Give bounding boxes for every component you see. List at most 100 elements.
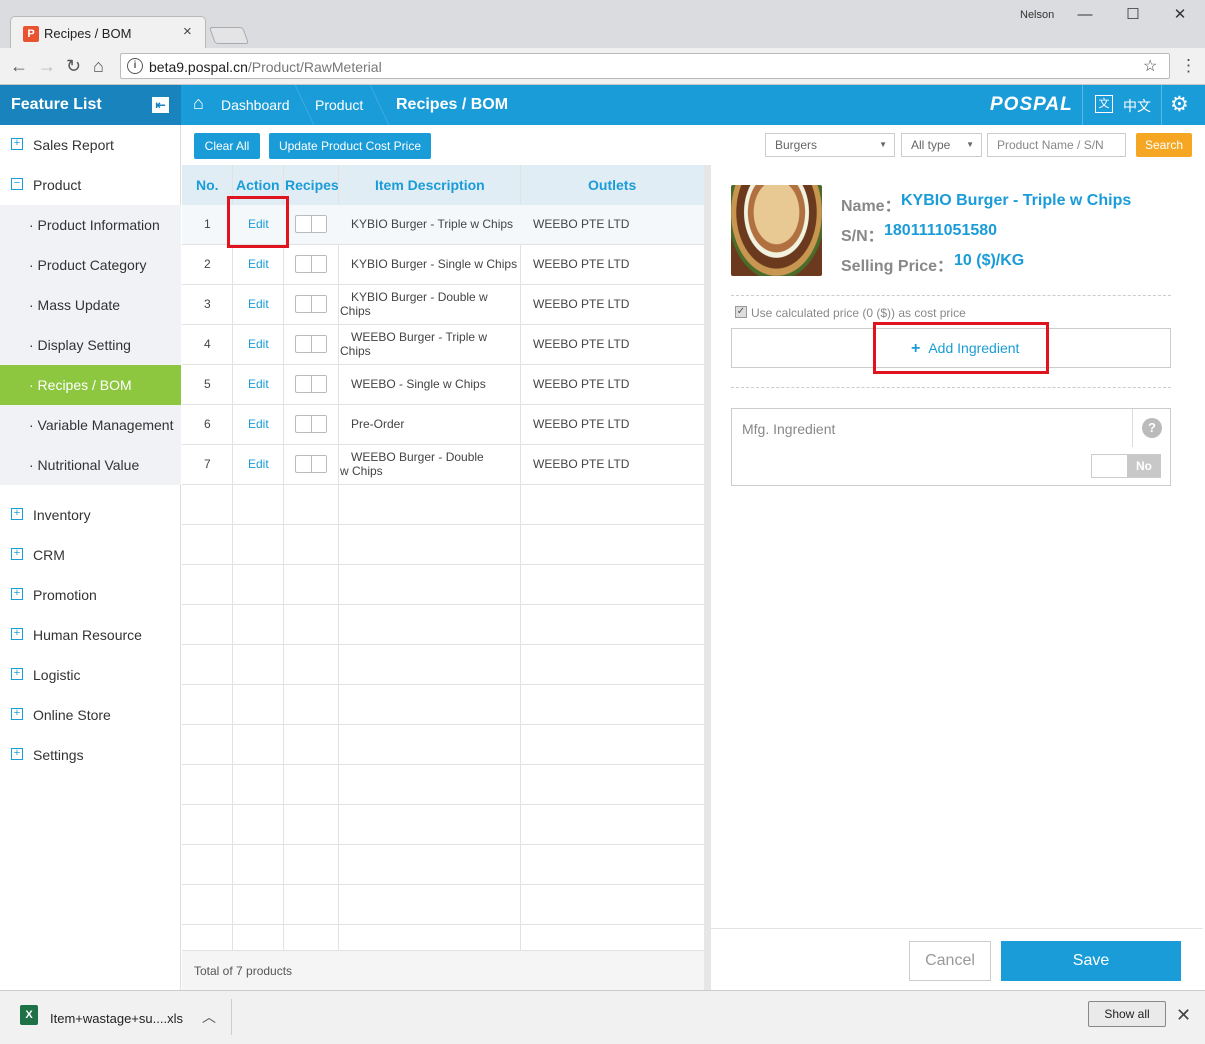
table-row[interactable]: 7 Edit WEEBO Burger - Double w Chips WEE… [182,445,704,485]
sidebar-item-label: CRM [33,547,65,563]
sidebar-item-settings[interactable]: + Settings [0,735,181,775]
update-cost-price-button[interactable]: Update Product Cost Price [269,133,431,159]
recipe-book-icon[interactable] [295,295,327,313]
home-icon[interactable]: ⌂ [93,56,104,77]
sidebar-sub-recipes-bom[interactable]: · Recipes / BOM [0,365,181,405]
recipe-book-icon[interactable] [295,215,327,233]
table-row[interactable]: 5 Edit WEEBO - Single w Chips WEEBO PTE … [182,365,704,405]
table-row[interactable]: 3 Edit KYBIO Burger - Double w Chips WEE… [182,285,704,325]
language-switcher[interactable]: 文 中文 [1082,85,1162,125]
expand-plus-icon: + [11,708,23,720]
forward-icon[interactable]: → [38,56,56,77]
cancel-button[interactable]: Cancel [909,941,991,981]
edit-link[interactable]: Edit [248,257,269,271]
col-action: Action [236,177,280,193]
sidebar-item-promotion[interactable]: + Promotion [0,575,181,615]
clear-all-button[interactable]: Clear All [194,133,260,159]
product-search-input[interactable]: Product Name / S/N [987,133,1126,157]
col-outlets: Outlets [588,177,637,193]
row-description: KYBIO Burger - Triple w Chips [351,217,514,231]
show-all-button[interactable]: Show all [1088,1001,1166,1027]
sidebar-item-crm[interactable]: + CRM [0,535,181,575]
gear-icon[interactable]: ⚙ [1170,92,1189,117]
expand-plus-icon: + [11,508,23,520]
browser-tab[interactable]: P Recipes / BOM × [10,16,206,48]
sidebar-item-human-resource[interactable]: + Human Resource [0,615,181,655]
row-outlet: WEEBO PTE LTD [533,457,630,471]
download-filename[interactable]: Item+wastage+su....xls [50,1011,183,1026]
expand-plus-icon: + [11,628,23,640]
edit-link[interactable]: Edit [248,297,269,311]
category-select[interactable]: Burgers ▼ [765,133,895,157]
table-row[interactable]: 6 Edit Pre-Order WEEBO PTE LTD [182,405,704,445]
panel-splitter[interactable] [704,165,711,990]
save-button[interactable]: Save [1001,941,1181,981]
sidebar-item-product[interactable]: − Product [0,165,181,205]
table-row[interactable]: 2 Edit KYBIO Burger - Single w Chips WEE… [182,245,704,285]
product-detail-panel: Name： KYBIO Burger - Triple w Chips S/N：… [711,165,1203,990]
help-icon[interactable]: ? [1142,418,1162,438]
edit-link[interactable]: Edit [248,417,269,431]
divider [731,295,1171,296]
recipe-book-icon[interactable] [295,415,327,433]
sn-label: S/N： [841,228,884,245]
recipes-table: No. Action Recipes Item Description Outl… [182,165,704,990]
expand-plus-icon: + [11,138,23,150]
col-item-description: Item Description [375,177,485,193]
chevron-up-icon[interactable]: ︿ [202,1007,216,1027]
sidebar-sub-product-information[interactable]: · Product Information [0,205,181,245]
sidebar-sub-product-category[interactable]: · Product Category [0,245,181,285]
type-select[interactable]: All type ▼ [901,133,982,157]
breadcrumb-current: Recipes / BOM [396,96,509,113]
sidebar-item-sales-report[interactable]: + Sales Report [0,125,181,165]
row-description: KYBIO Burger - Double w Chips [340,290,488,318]
sidebar-item-label: Logistic [33,667,81,683]
caret-down-icon: ▼ [879,140,887,149]
recipe-book-icon[interactable] [295,335,327,353]
sidebar-item-logistic[interactable]: + Logistic [0,655,181,695]
info-icon[interactable]: i [127,58,143,74]
collapse-sidebar-icon[interactable]: ⇤ [152,97,169,113]
close-tab-icon[interactable]: × [183,23,192,40]
breadcrumb-product[interactable]: Product [315,97,363,113]
row-divider [182,564,704,565]
url-path: /Product/RawMeterial [247,59,382,75]
edit-link[interactable]: Edit [248,457,269,471]
sidebar-sub-label: · Product Information [29,217,160,233]
sidebar-item-online-store[interactable]: + Online Store [0,695,181,735]
use-calculated-price-checkbox[interactable]: ✓ [735,306,747,318]
row-divider [182,924,704,925]
home-icon[interactable]: ⌂ [193,93,204,114]
bookmark-star-icon[interactable]: ☆ [1143,56,1157,76]
recipe-book-icon[interactable] [295,255,327,273]
new-tab-button[interactable] [208,27,250,44]
breadcrumb-dashboard[interactable]: Dashboard [221,97,290,113]
browser-menu-icon[interactable]: ⋮ [1180,56,1197,76]
mfg-ingredient-toggle[interactable]: No [1091,454,1161,478]
search-button[interactable]: Search [1136,133,1192,157]
close-window-icon[interactable]: ✕ [1165,4,1195,26]
sidebar-item-inventory[interactable]: + Inventory [0,495,181,535]
toggle-state: No [1127,455,1161,477]
address-bar[interactable]: i beta9.pospal.cn/Product/RawMeterial ☆ [120,53,1170,79]
profile-name[interactable]: Nelson [1020,9,1054,21]
row-divider [182,404,704,405]
sidebar-sub-variable-management[interactable]: · Variable Management [0,405,181,445]
recipe-book-icon[interactable] [295,375,327,393]
reload-icon[interactable]: ↻ [66,56,81,77]
back-icon[interactable]: ← [10,56,28,77]
minimize-icon[interactable]: — [1070,4,1100,26]
row-outlet: WEEBO PTE LTD [533,417,630,431]
close-download-bar-icon[interactable]: ✕ [1176,1005,1191,1026]
sidebar-sub-display-setting[interactable]: · Display Setting [0,325,181,365]
edit-link[interactable]: Edit [248,337,269,351]
recipe-book-icon[interactable] [295,455,327,473]
edit-link[interactable]: Edit [248,377,269,391]
sidebar-sub-mass-update[interactable]: · Mass Update [0,285,181,325]
row-no: 2 [204,257,211,271]
table-row[interactable]: 4 Edit WEEBO Burger - Triple w Chips WEE… [182,325,704,365]
row-outlet: WEEBO PTE LTD [533,377,630,391]
maximize-icon[interactable]: ☐ [1118,4,1148,26]
sidebar-sub-nutritional-value[interactable]: · Nutritional Value [0,445,181,485]
caret-down-icon: ▼ [966,140,974,149]
